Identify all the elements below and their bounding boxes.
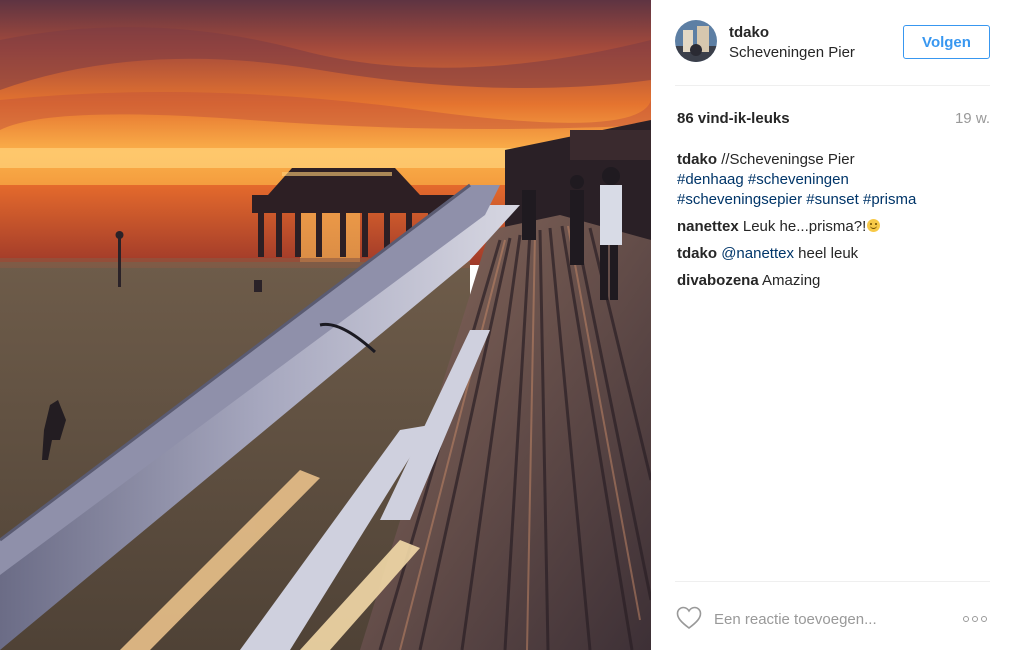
comment-input[interactable]: [714, 606, 934, 632]
comment-text: //Scheveningse Pier: [721, 151, 855, 168]
post-side-panel: tdako Scheveningen Pier Volgen 86 vind-i…: [651, 0, 1012, 650]
hashtag-link[interactable]: #scheveningsepier: [677, 191, 802, 208]
avatar-image: [675, 20, 717, 62]
comment-text: Amazing: [762, 272, 821, 289]
hashtag-link[interactable]: #sunset: [806, 191, 859, 208]
comment-list: tdako //Scheveningse Pier #denhaag #sche…: [677, 150, 987, 298]
likes-count[interactable]: 86 vind-ik-leuks: [677, 110, 790, 127]
more-options-dot: [963, 616, 969, 622]
follow-button[interactable]: Volgen: [903, 25, 990, 59]
comment-caption: tdako //Scheveningse Pier #denhaag #sche…: [677, 150, 987, 210]
post-username[interactable]: tdako: [729, 24, 769, 41]
header-divider: [675, 85, 990, 86]
comment-item: nanettex Leuk he...prisma?!: [677, 217, 987, 237]
hashtag-link[interactable]: #scheveningen: [748, 171, 849, 188]
post-header: tdako Scheveningen Pier Volgen: [651, 0, 1012, 86]
comment-text: heel leuk: [798, 245, 859, 262]
hashtag-link[interactable]: #denhaag: [677, 171, 744, 188]
comment-author[interactable]: divabozena: [677, 272, 759, 289]
comment-item: tdako @nanettex heel leuk: [677, 244, 987, 264]
post-photo[interactable]: [0, 0, 651, 650]
hashtag-link[interactable]: #prisma: [863, 191, 916, 208]
footer-divider: [675, 581, 990, 582]
avatar[interactable]: [675, 20, 717, 62]
more-options-dot: [972, 616, 978, 622]
comment-item: divabozena Amazing: [677, 271, 987, 291]
heart-icon[interactable]: [676, 606, 702, 630]
smiling-face-icon: [867, 219, 881, 232]
comment-author[interactable]: nanettex: [677, 218, 739, 235]
comment-author[interactable]: tdako: [677, 245, 717, 262]
post-photo-image: [0, 0, 651, 650]
more-options-dot: [981, 616, 987, 622]
comment-author[interactable]: tdako: [677, 151, 717, 168]
post-location[interactable]: Scheveningen Pier: [729, 44, 855, 61]
more-options-icon[interactable]: [963, 611, 991, 627]
post-timestamp[interactable]: 19 w.: [955, 110, 990, 127]
mention-link[interactable]: @nanettex: [721, 245, 794, 262]
comment-text: Leuk he...prisma?!: [742, 218, 867, 235]
